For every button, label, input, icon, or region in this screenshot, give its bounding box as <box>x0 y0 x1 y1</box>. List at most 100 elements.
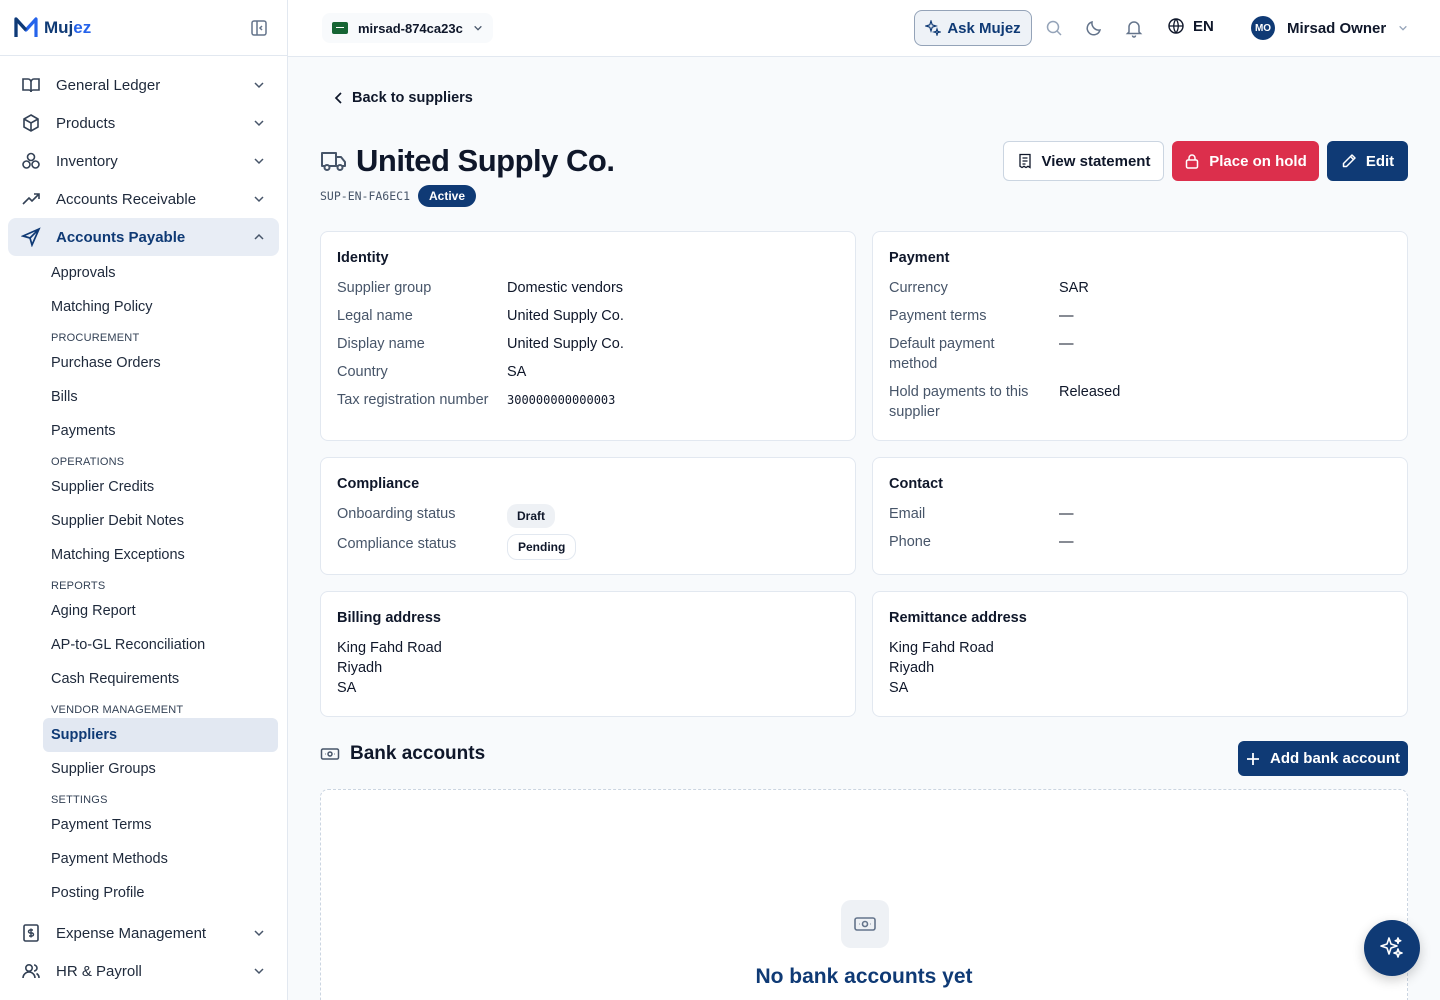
onboarding-status-badge: Draft <box>507 504 556 528</box>
sidebar-sub-approvals[interactable]: Approvals <box>43 256 278 290</box>
sidebar-sub-supplier-credits[interactable]: Supplier Credits <box>43 470 278 504</box>
chevron-down-icon <box>254 196 264 203</box>
section-label-settings: SETTINGS <box>51 794 108 806</box>
banknote-icon <box>841 900 889 948</box>
billing-address: King Fahd Road Riyadh SA <box>337 640 442 696</box>
billing-address-card: Billing address King Fahd Road Riyadh SA <box>320 591 856 717</box>
user-menu[interactable]: MO Mirsad Owner <box>1251 16 1408 40</box>
remittance-address: King Fahd Road Riyadh SA <box>889 640 994 696</box>
receipt-icon <box>1018 153 1031 169</box>
truck-icon <box>321 152 346 171</box>
sparkles-icon <box>925 20 942 36</box>
place-on-hold-button[interactable]: Place on hold <box>1172 141 1319 181</box>
sidebar-item-products[interactable]: Products <box>8 104 279 142</box>
brand: Mujez <box>0 0 287 56</box>
card-title: Remittance address <box>889 610 1027 626</box>
sidebar-item-accounts-receivable[interactable]: Accounts Receivable <box>8 180 279 218</box>
contact-row: Phone — <box>889 534 1074 550</box>
bell-icon[interactable] <box>1124 18 1144 38</box>
sidebar-sub-payment-terms[interactable]: Payment Terms <box>43 808 278 842</box>
pencil-icon <box>1342 154 1356 168</box>
moon-icon[interactable] <box>1084 18 1104 38</box>
identity-row: Supplier group Domestic vendors <box>337 280 624 296</box>
compliance-card: Compliance Onboarding status Draft Compli… <box>320 457 856 575</box>
chevron-up-icon <box>254 233 264 240</box>
compliance-status-badge: Pending <box>507 534 577 560</box>
sidebar-sub-supplier-groups[interactable]: Supplier Groups <box>43 752 278 786</box>
send-icon <box>20 226 42 248</box>
sidebar-sub-payment-methods[interactable]: Payment Methods <box>43 842 278 876</box>
sidebar-sub-ap-gl-reconciliation[interactable]: AP-to-GL Reconciliation <box>43 628 278 662</box>
sidebar-sub-purchase-orders[interactable]: Purchase Orders <box>43 346 278 380</box>
ask-mujez-button[interactable]: Ask Mujez <box>914 10 1032 46</box>
sparkles-icon <box>1380 937 1403 958</box>
identity-row: Tax registration number 300000000000003 <box>337 392 616 408</box>
section-label-reports: REPORTS <box>51 580 106 592</box>
receipt-dollar-icon <box>20 922 42 944</box>
avatar: MO <box>1251 16 1275 40</box>
page-title: United Supply Co. <box>356 143 615 178</box>
package-icon <box>20 112 42 134</box>
sidebar-sub-cash-requirements[interactable]: Cash Requirements <box>43 662 278 696</box>
sidebar-sub-payments[interactable]: Payments <box>43 414 278 448</box>
status-badge: Active <box>418 185 477 207</box>
sidebar-sub-aging-report[interactable]: Aging Report <box>43 594 278 628</box>
card-title: Identity <box>337 250 389 266</box>
card-title: Compliance <box>337 476 420 492</box>
payment-row: Payment terms — <box>889 308 1074 324</box>
banknote-icon <box>320 748 340 760</box>
language-switcher[interactable]: EN <box>1167 17 1214 35</box>
section-label-vendor-management: VENDOR MANAGEMENT <box>51 704 184 716</box>
payment-row: Default payment method — <box>889 336 1074 372</box>
identity-row: Country SA <box>337 364 527 380</box>
sidebar-item-general-ledger[interactable]: General Ledger <box>8 66 279 104</box>
bank-accounts-empty-state: No bank accounts yet <box>320 789 1408 1000</box>
book-icon <box>20 74 42 96</box>
sidebar-sub-matching-exceptions[interactable]: Matching Exceptions <box>43 538 278 572</box>
sidebar-item-accounts-payable[interactable]: Accounts Payable <box>8 218 279 256</box>
chevron-down-icon <box>254 120 264 127</box>
bank-accounts-header: Bank accounts <box>320 743 485 765</box>
globe-icon <box>1168 18 1184 34</box>
chevron-left-icon <box>334 92 342 104</box>
boxes-icon <box>20 150 42 172</box>
view-statement-button[interactable]: View statement <box>1003 141 1164 181</box>
sidebar-sub-bills[interactable]: Bills <box>43 380 278 414</box>
sidebar-sub-posting-profile[interactable]: Posting Profile <box>43 876 278 910</box>
contact-card: Contact Email — Phone — <box>872 457 1408 575</box>
topbar: mirsad-874ca23c Ask Mujez EN MO Mirsad O… <box>288 0 1440 57</box>
identity-row: Legal name United Supply Co. <box>337 308 624 324</box>
payment-row: Hold payments to this supplier Released <box>889 384 1121 420</box>
contact-row: Email — <box>889 506 1074 522</box>
sidebar-sub-matching-policy[interactable]: Matching Policy <box>43 290 278 324</box>
edit-button[interactable]: Edit <box>1327 141 1408 181</box>
section-title: Bank accounts <box>350 743 486 764</box>
sidebar-sub-suppliers[interactable]: Suppliers <box>43 718 278 752</box>
brand-name: Mujez <box>44 17 92 37</box>
chevron-down-icon <box>474 25 482 31</box>
section-label-operations: OPERATIONS <box>51 456 125 468</box>
add-bank-account-button[interactable]: Add bank account <box>1238 741 1408 776</box>
supplier-code: SUP-EN-FA6EC1 <box>320 189 411 203</box>
ai-assistant-fab[interactable] <box>1364 920 1420 976</box>
search-icon[interactable] <box>1044 18 1064 38</box>
sidebar: Mujez General Ledger Products Inventory … <box>0 0 288 1000</box>
card-title: Contact <box>889 476 943 492</box>
section-label-procurement: PROCUREMENT <box>51 332 140 344</box>
mujez-logo-icon <box>14 16 38 37</box>
users-icon <box>20 960 42 982</box>
saudi-flag-icon <box>332 22 348 34</box>
tenant-switcher[interactable]: mirsad-874ca23c <box>322 13 493 43</box>
sidebar-sub-supplier-debit-notes[interactable]: Supplier Debit Notes <box>43 504 278 538</box>
back-to-suppliers-link[interactable]: Back to suppliers <box>334 90 473 106</box>
plus-icon <box>1246 752 1259 765</box>
sidebar-item-expense-management[interactable]: Expense Management <box>8 914 279 952</box>
card-title: Payment <box>889 250 950 266</box>
chevron-down-icon <box>254 968 264 975</box>
sidebar-collapse-icon[interactable] <box>250 19 268 37</box>
main-content: Back to suppliers United Supply Co. SUP-… <box>288 57 1440 1000</box>
sidebar-item-hr-payroll[interactable]: HR & Payroll <box>8 952 279 990</box>
sidebar-item-inventory[interactable]: Inventory <box>8 142 279 180</box>
lock-icon <box>1185 154 1199 169</box>
payment-row: Currency SAR <box>889 280 1089 296</box>
